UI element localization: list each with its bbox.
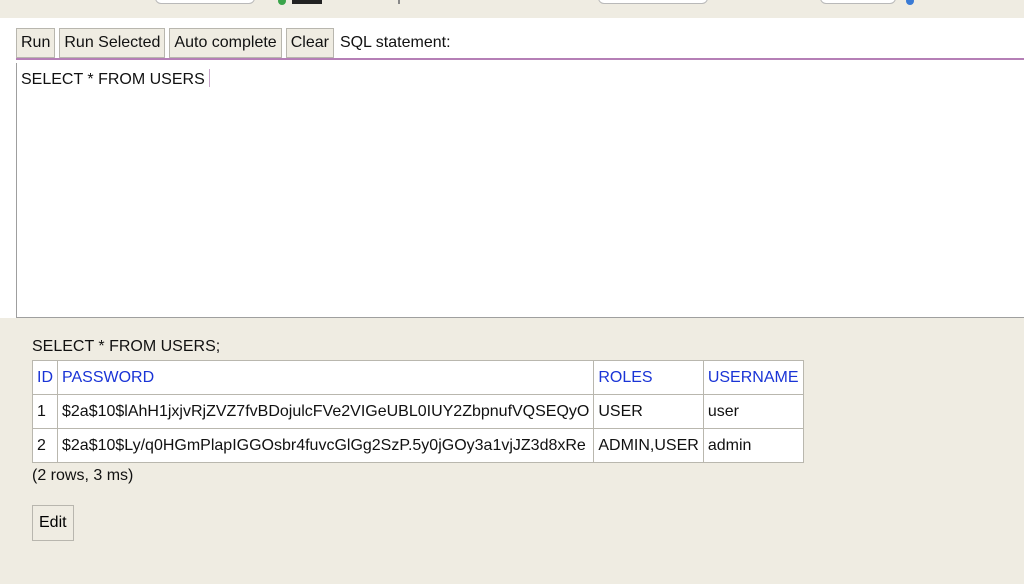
sql-toolbar: Run Run Selected Auto complete Clear SQL… [16,28,1024,60]
cell-password: $2a$10$Ly/q0HGmPlapIGGOsbr4fuvcGlGg2SzP.… [56,428,595,463]
cell-id: 2 [32,428,58,463]
dropdown-cropped-3[interactable] [820,0,896,4]
top-toolbar-cropped [0,0,1024,8]
results-panel: SELECT * FROM USERS; ID PASSWORD ROLES U… [32,338,804,541]
table-header-row: ID PASSWORD ROLES USERNAME [32,360,804,395]
run-button[interactable]: Run [16,28,56,58]
cell-username: user [702,394,804,429]
cell-password: $2a$10$lAhH1jxjvRjZVZ7fvBDojulcFVe2VIGeU… [56,394,595,429]
dropdown-cropped-2[interactable] [598,0,708,4]
auto-complete-button[interactable]: Auto complete [169,28,282,58]
dropdown-cropped[interactable] [155,0,255,4]
help-icon[interactable] [906,0,914,5]
table-row: 2 $2a$10$Ly/q0HGmPlapIGGOsbr4fuvcGlGg2Sz… [32,428,804,463]
table-row: 1 $2a$10$lAhH1jxjvRjZVZ7fvBDojulcFVe2VIG… [32,394,804,429]
result-table: ID PASSWORD ROLES USERNAME 1 $2a$10$lAhH… [32,360,804,463]
sql-pane: Run Run Selected Auto complete Clear SQL… [0,18,1024,318]
column-header-id[interactable]: ID [32,360,58,395]
sql-editor-text: SELECT * FROM USERS [21,71,205,88]
clear-button[interactable]: Clear [285,28,334,58]
cell-roles: USER [593,394,704,429]
edit-button[interactable]: Edit [32,505,74,541]
status-icon [278,0,286,5]
executed-query: SELECT * FROM USERS; [32,338,221,355]
sql-editor[interactable]: SELECT * FROM USERS [16,63,1024,318]
sql-statement-label: SQL statement: [339,34,451,51]
run-selected-button[interactable]: Run Selected [59,28,166,58]
cell-id: 1 [32,394,58,429]
row-count-summary: (2 rows, 3 ms) [32,467,134,484]
cell-roles: ADMIN,USER [593,428,704,463]
column-header-username[interactable]: USERNAME [702,360,804,395]
logo-icon [292,0,322,4]
separator [398,0,400,4]
text-caret [208,69,210,87]
cell-username: admin [702,428,804,463]
column-header-password[interactable]: PASSWORD [56,360,595,395]
column-header-roles[interactable]: ROLES [593,360,704,395]
